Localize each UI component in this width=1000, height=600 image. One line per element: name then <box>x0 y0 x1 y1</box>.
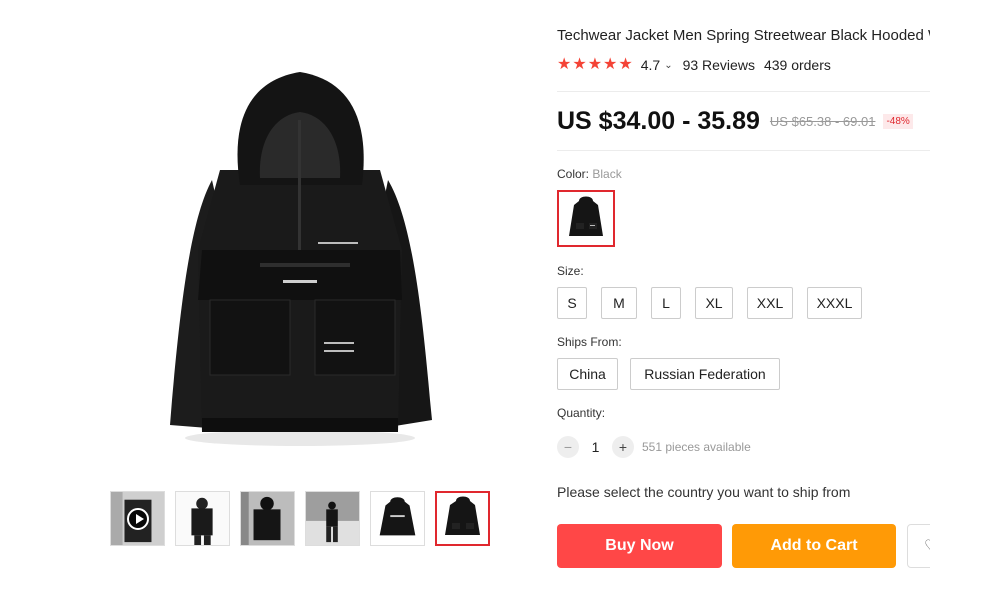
color-selected-value: Black <box>592 167 622 181</box>
ships-from-label: Ships From: <box>557 335 622 349</box>
thumbnail-model-full-body[interactable] <box>305 491 360 546</box>
original-price: US $65.38 - 69.01 <box>769 114 876 129</box>
ship-country-note: Please select the country you want to sh… <box>557 484 851 500</box>
size-option-l[interactable]: L <box>651 287 681 319</box>
quantity-stepper: − 1 + 551 pieces available <box>557 436 751 458</box>
star-icon: ★ <box>557 56 572 73</box>
quantity-decrease-button[interactable]: − <box>557 436 579 458</box>
available-stock: 551 pieces available <box>642 440 751 454</box>
buy-now-button[interactable]: Buy Now <box>557 524 722 568</box>
thumbnail-model-pocket[interactable] <box>240 491 295 546</box>
orders-count: 439 orders <box>763 57 831 73</box>
thumbnail-jacket-back[interactable] <box>370 491 425 546</box>
discount-badge: -48% <box>883 114 913 129</box>
quantity-input[interactable]: 1 <box>579 439 612 455</box>
color-swatch-black[interactable] <box>557 190 615 247</box>
divider <box>557 150 930 151</box>
add-to-cart-button[interactable]: Add to Cart <box>732 524 896 568</box>
current-price: US $34.00 - 35.89 <box>557 107 760 135</box>
chevron-down-icon[interactable]: ⌄ <box>664 60 672 71</box>
star-icon: ★ <box>587 56 603 73</box>
size-option-xl[interactable]: XL <box>695 287 733 319</box>
product-info-panel: Techwear Jacket Men Spring Streetwear Bl… <box>557 0 930 600</box>
star-icon: ★ <box>618 56 633 73</box>
play-icon <box>127 508 149 530</box>
quantity-increase-button[interactable]: + <box>612 436 634 458</box>
color-label: Color: Black <box>557 167 622 181</box>
star-icon: ★ <box>603 56 618 73</box>
rating-row: ★ ★ ★ ★ ★ 4.7 ⌄ 93 Reviews 439 orders <box>557 57 831 74</box>
main-product-image[interactable] <box>150 60 450 455</box>
product-title: Techwear Jacket Men Spring Streetwear Bl… <box>557 27 930 44</box>
size-option-xxl[interactable]: XXL <box>747 287 793 319</box>
size-options: S M L XL XXL XXXL <box>557 287 862 319</box>
ships-from-russia[interactable]: Russian Federation <box>630 358 780 390</box>
thumbnail-video[interactable] <box>110 491 165 546</box>
size-option-m[interactable]: M <box>601 287 637 319</box>
thumbnail-model-front[interactable] <box>175 491 230 546</box>
star-icon: ★ <box>572 56 587 73</box>
wishlist-button[interactable]: ♡ <box>907 524 930 568</box>
price-row: US $34.00 - 35.89 US $65.38 - 69.01 -48% <box>557 107 913 136</box>
color-label-text: Color: <box>557 167 593 181</box>
ships-from-china[interactable]: China <box>557 358 618 390</box>
star-rating: ★ ★ ★ ★ ★ <box>557 57 633 73</box>
rating-value[interactable]: 4.7 <box>641 57 660 73</box>
ships-from-options: China Russian Federation <box>557 358 780 390</box>
thumbnail-jacket-front[interactable] <box>435 491 490 546</box>
divider <box>557 91 930 92</box>
heart-icon: ♡ <box>924 536 930 556</box>
size-option-s[interactable]: S <box>557 287 587 319</box>
size-label: Size: <box>557 264 584 278</box>
thumbnail-strip <box>110 491 490 546</box>
reviews-link[interactable]: 93 Reviews <box>683 57 755 73</box>
quantity-label: Quantity: <box>557 406 606 420</box>
size-option-xxxl[interactable]: XXXL <box>807 287 862 319</box>
